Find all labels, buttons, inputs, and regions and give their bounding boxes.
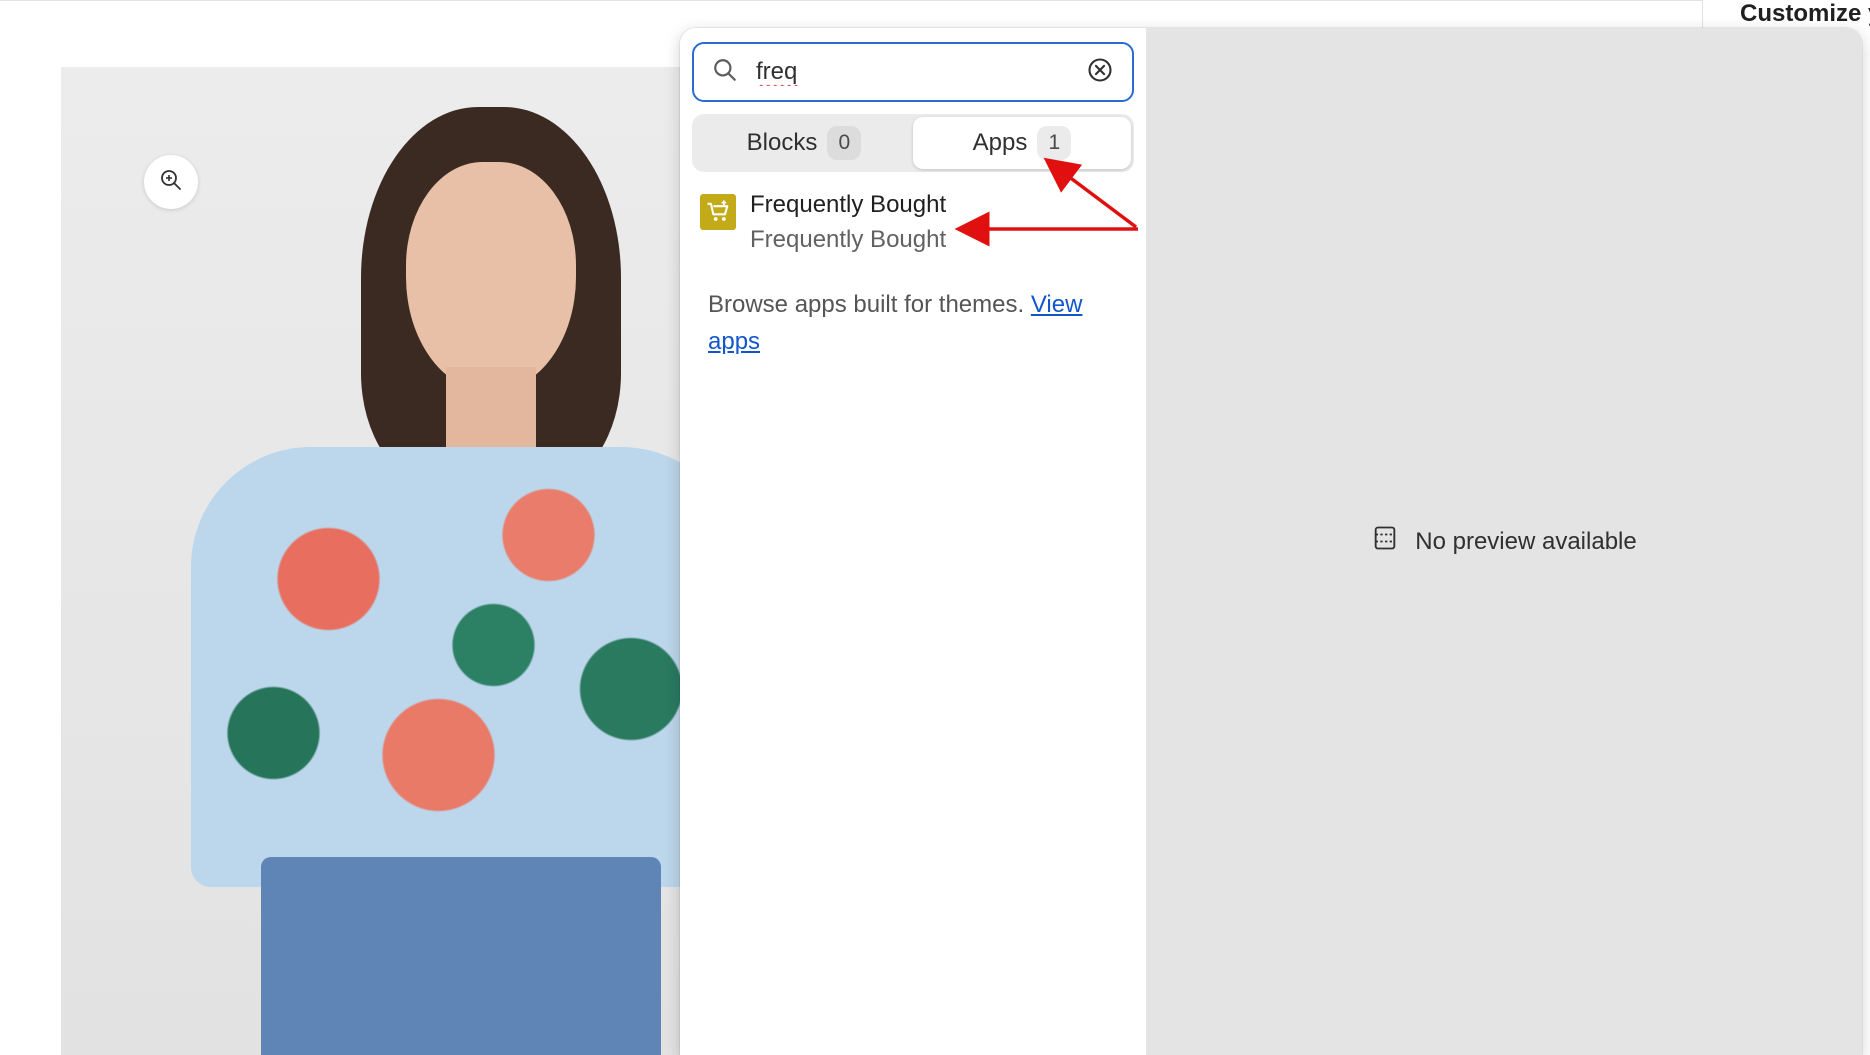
figure-face [406, 162, 576, 392]
browse-apps-label: Browse apps built for themes. [708, 291, 1025, 318]
tab-apps[interactable]: Apps 1 [913, 117, 1131, 169]
sidebar-title: Customize y [1740, 0, 1870, 27]
search-field [692, 42, 1134, 102]
search-icon [712, 57, 738, 88]
browse-apps-text: Browse apps built for themes. View apps [708, 286, 1118, 360]
figure-jeans [261, 857, 661, 1055]
figure-floral-shirt [191, 447, 741, 887]
zoom-button[interactable] [144, 155, 198, 209]
tab-group: Blocks 0 Apps 1 [692, 114, 1134, 172]
add-block-popover: Blocks 0 Apps 1 F [680, 28, 1862, 1055]
theme-editor: Customize y freq Blocks 0 Apps 1 Frequen… [0, 0, 1870, 1055]
no-preview-icon [1371, 524, 1399, 559]
app-result-title: Frequently Bought [750, 191, 947, 218]
canvas-top-border [0, 0, 1702, 1]
cart-icon [700, 194, 736, 230]
tab-blocks[interactable]: Blocks 0 [695, 117, 913, 169]
preview-pane: No preview available [1146, 28, 1862, 1055]
tab-blocks-label: Blocks [746, 129, 818, 156]
tab-apps-label: Apps [972, 129, 1028, 156]
tab-blocks-count: 0 [827, 126, 862, 160]
sidebar-divider [1702, 0, 1703, 28]
clear-search-button[interactable] [1084, 56, 1116, 88]
product-image [61, 67, 741, 1055]
app-result-item[interactable]: Frequently Bought Frequently Bought [700, 188, 1130, 264]
app-result-subtitle: Frequently Bought [750, 226, 947, 253]
no-preview-message: No preview available [1371, 524, 1637, 559]
tab-apps-count: 1 [1037, 126, 1072, 160]
popover-list-pane: Blocks 0 Apps 1 F [680, 28, 1146, 1055]
no-preview-label: No preview available [1415, 527, 1637, 555]
app-result-text: Frequently Bought Frequently Bought [750, 188, 946, 258]
zoom-in-icon [159, 168, 183, 197]
search-input[interactable] [756, 58, 1084, 86]
clear-circle-icon [1086, 56, 1114, 89]
